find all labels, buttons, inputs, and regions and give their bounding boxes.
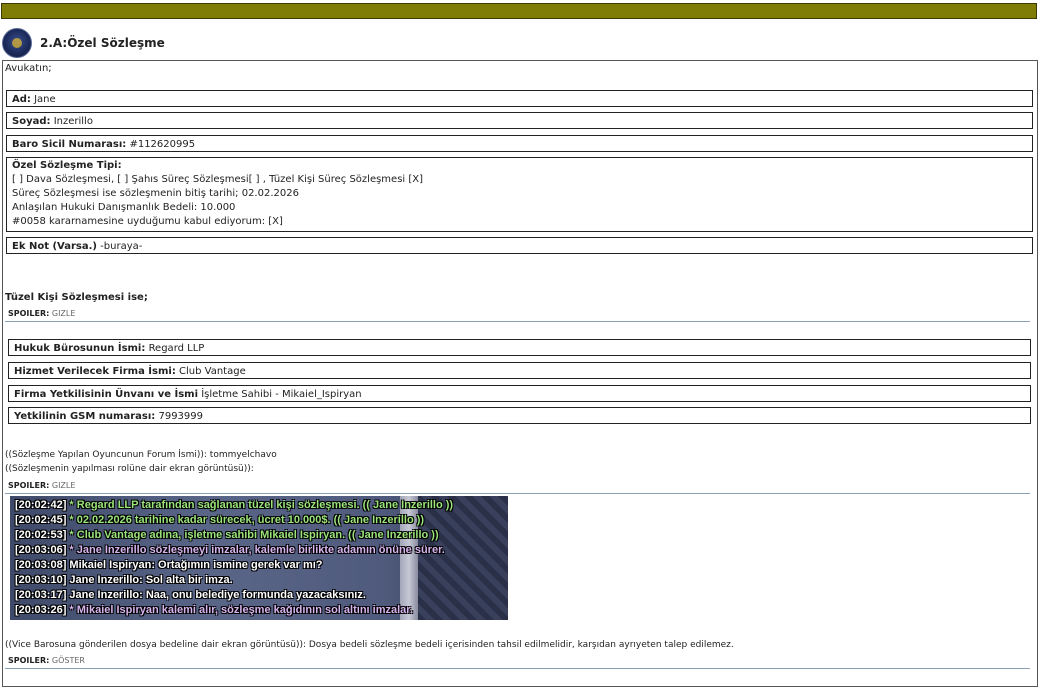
field-value: 7993999	[158, 411, 204, 422]
spoiler-divider	[5, 668, 1030, 669]
field-value: #112620995	[129, 139, 196, 150]
field-label: Hukuk Bürosunun İsmi:	[14, 343, 146, 354]
extra-note: Ek Not (Varsa.) -buraya-	[6, 237, 1033, 254]
field-firma-ismi: Hizmet Verilecek Firma İsmi: Club Vantag…	[8, 362, 1031, 379]
field-gsm: Yetkilinin GSM numarası: 7993999	[8, 407, 1031, 424]
chat-line: [20:03:17] Jane Inzerillo: Naa, onu bele…	[15, 589, 366, 601]
chat-line: [20:03:08] Mikaiel Ispiryan: Ortağımın i…	[15, 559, 323, 571]
chat-line: [20:03:06] * Jane Inzerillo sözleşmeyi i…	[15, 544, 445, 556]
field-label: Firma Yetkilisinin Ünvanı ve İsmi	[14, 389, 199, 400]
field-soyad: Soyad: Inzerillo	[6, 112, 1033, 129]
field-hukuk-burosu: Hukuk Bürosunun İsmi: Regard LLP	[8, 339, 1031, 356]
extra-note-value: -buraya-	[100, 241, 143, 252]
field-label: Soyad:	[12, 116, 51, 127]
spoiler-toggle[interactable]: SPOILER: GIZLE	[8, 309, 75, 318]
chat-screenshot: [20:02:42] * Regard LLP tarafından sağla…	[10, 496, 508, 620]
forum-name-line: ((Sözleşme Yapılan Oyuncunun Forum İsmi)…	[5, 450, 277, 460]
contract-type-line: [ ] Dava Sözleşmesi, [ ] Şahıs Süreç Söz…	[12, 174, 424, 185]
field-value: Inzerillo	[53, 116, 93, 127]
spoiler-toggle[interactable]: SPOILER: GÖSTER	[8, 656, 85, 665]
corporate-heading: Tüzel Kişi Sözleşmesi ise;	[5, 292, 148, 303]
spoiler-divider	[5, 493, 1030, 494]
contract-type-line: Anlaşılan Hukuki Danışmanlık Bedeli: 10.…	[12, 202, 236, 213]
post-header: 2.A:Özel Sözleşme	[1, 27, 1037, 59]
chat-line: [20:02:42] * Regard LLP tarafından sağla…	[15, 499, 454, 511]
field-value: İşletme Sahibi - Mikaiel_Ispiryan	[201, 389, 362, 400]
contract-type-line: Süreç Sözleşmesi ise sözleşmenin bitiş t…	[12, 188, 299, 199]
contract-type-line: #0058 kararnamesine uyduğumu kabul ediyo…	[12, 216, 283, 227]
field-label: Baro Sicil Numarası:	[12, 139, 127, 150]
contract-type-label: Özel Sözleşme Tipi:	[12, 160, 122, 171]
spoiler-divider	[5, 321, 1030, 322]
field-label: Ad:	[12, 94, 31, 105]
chat-line: [20:03:10] Jane Inzerillo: Sol alta bir …	[15, 574, 233, 586]
background-tile	[418, 496, 508, 620]
field-value: Club Vantage	[179, 366, 246, 377]
intro-text: Avukatın;	[5, 63, 52, 74]
post-title: 2.A:Özel Sözleşme	[40, 36, 165, 50]
fee-note: ((Vice Barosuna gönderilen dosya bedelin…	[5, 640, 734, 650]
field-baro-sicil: Baro Sicil Numarası: #112620995	[6, 135, 1033, 152]
spoiler-toggle[interactable]: SPOILER: GIZLE	[8, 481, 75, 490]
avatar[interactable]	[2, 28, 32, 58]
top-bar	[1, 3, 1037, 19]
chat-line: [20:02:53] * Club Vantage adına, işletme…	[15, 529, 439, 541]
field-ad: Ad: Jane	[6, 90, 1033, 107]
screenshot-caption: ((Sözleşmenin yapılması rolüne dair ekra…	[5, 464, 254, 474]
field-label: Yetkilinin GSM numarası:	[14, 411, 156, 422]
field-label: Hizmet Verilecek Firma İsmi:	[14, 366, 176, 377]
chat-line: [20:02:45] * 02.02.2026 tarihine kadar s…	[15, 514, 425, 526]
contract-type-box: Özel Sözleşme Tipi: [ ] Dava Sözleşmesi,…	[6, 157, 1033, 232]
extra-note-label: Ek Not (Varsa.)	[12, 241, 97, 252]
field-firma-yetkilisi: Firma Yetkilisinin Ünvanı ve İsmi İşletm…	[8, 385, 1031, 402]
field-value: Jane	[34, 94, 56, 105]
chat-line: [20:03:26] * Mikaiel Ispiryan kalemi alı…	[15, 604, 414, 616]
field-value: Regard LLP	[148, 343, 205, 354]
